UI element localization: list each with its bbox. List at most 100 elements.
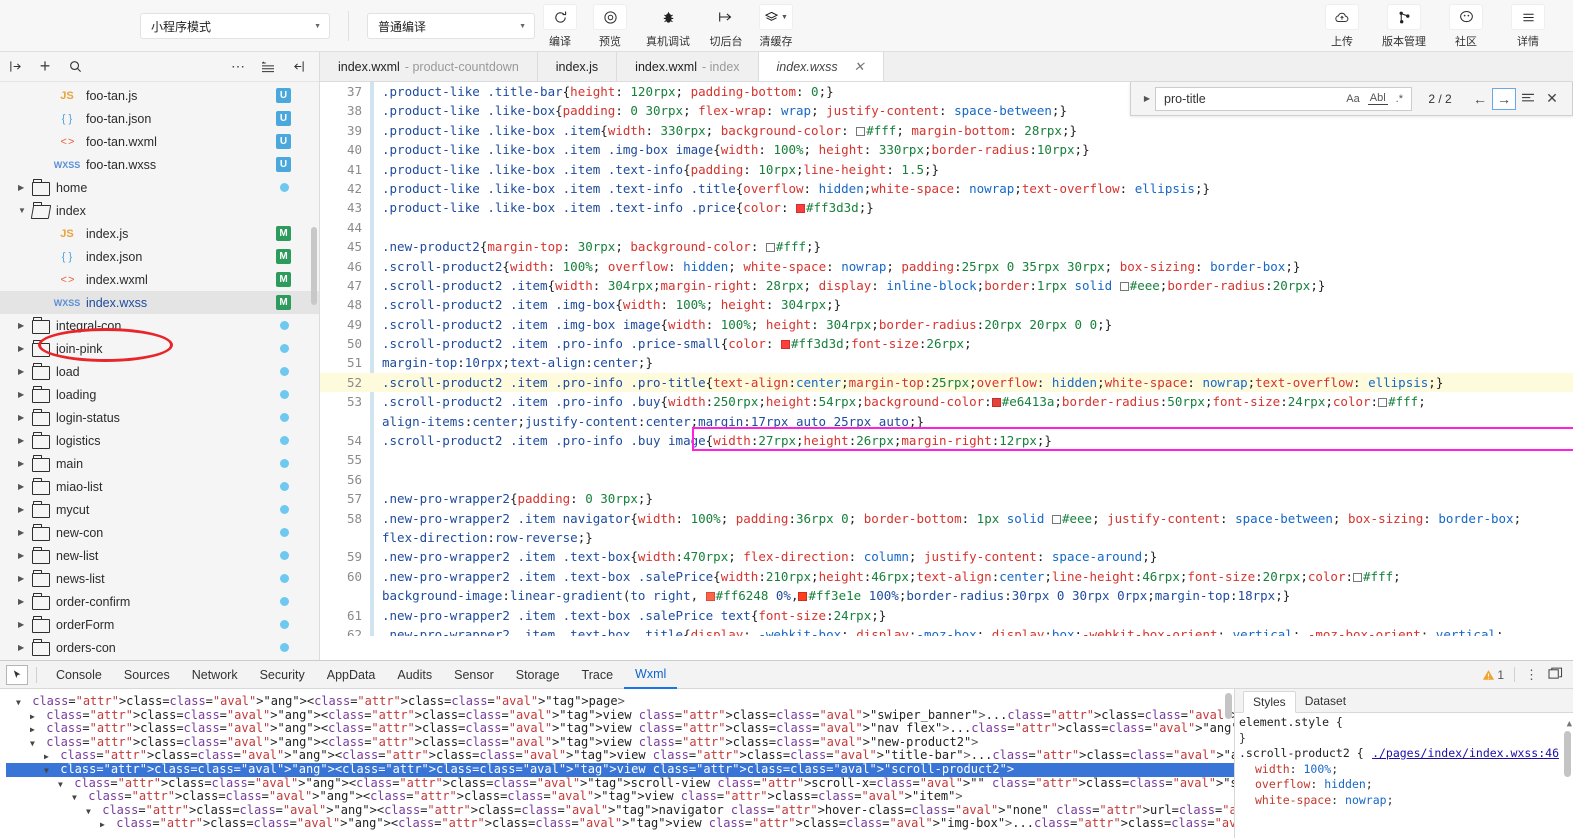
sidebar-scrollbar[interactable] [311,227,317,305]
inspect-cursor-icon[interactable] [6,664,28,685]
panel-expand-icon[interactable] [0,53,30,81]
code-line-45[interactable]: 45 .new-product2{margin-top: 30rpx; backg… [320,237,1573,256]
code-line-43[interactable]: 43 .product-like .like-box .item .text-in… [320,198,1573,217]
tree-folder-new-list[interactable]: ▶ new-list [0,544,319,567]
tree-folder-home[interactable]: ▶ home [0,176,319,199]
warning-triangle-icon[interactable]: 1 [1482,668,1504,682]
chevron-right-icon[interactable]: ▶ [18,505,32,514]
code-line-41[interactable]: 41 .product-like .like-box .item .text-in… [320,160,1573,179]
style-declaration[interactable]: overflow: hidden; [1239,777,1573,793]
code-line-wrap[interactable]: background-image:linear-gradient(to righ… [320,586,1573,605]
tree-folder-logistics[interactable]: ▶ logistics [0,429,319,452]
chevron-right-icon[interactable]: ▶ [18,367,32,376]
code-line-58[interactable]: 58 .new-pro-wrapper2 .item navigator{widt… [320,509,1573,528]
devtools-tab-appdata[interactable]: AppData [316,661,387,689]
tree-folder-miao-list[interactable]: ▶ miao-list [0,475,319,498]
find-close-icon[interactable]: ✕ [1540,88,1564,110]
editor-tab-2[interactable]: index.wxml - index [617,52,759,81]
chevron-right-icon[interactable]: ▶ [18,344,32,353]
version-management-button[interactable]: 版本管理 [1373,2,1435,49]
tree-folder-orders-con[interactable]: ▶ orders-con [0,636,319,659]
code-line-55[interactable]: 55 [320,450,1573,469]
chevron-right-icon[interactable]: ▶ [18,528,32,537]
devtools-tab-wxml[interactable]: Wxml [624,661,678,689]
devtools-tab-network[interactable]: Network [181,661,249,689]
match-whole-word-icon[interactable]: Abl [1367,92,1388,105]
chevron-down-icon[interactable]: ▼ [58,778,67,792]
wxml-node[interactable]: ▼ class="attr">class=class="aval">"ang">… [6,789,1234,805]
chevron-right-icon[interactable]: ▶ [1139,94,1155,103]
code-line-47[interactable]: 47 .scroll-product2 .item{width: 304rpx;m… [320,276,1573,295]
style-declaration[interactable]: width: 100%; [1239,762,1573,778]
wxml-node[interactable]: ▶ class="attr">class=class="aval">"ang">… [6,721,1234,737]
chevron-right-icon[interactable]: ▶ [44,750,53,764]
chevron-right-icon[interactable]: ▶ [18,390,32,399]
code-line-42[interactable]: 42 .product-like .like-box .item .text-in… [320,179,1573,198]
preview-button[interactable]: 预览 [585,2,635,49]
file-tree[interactable]: ▶ JS foo-tan.js U ▶ { } foo-tan.json U ▶ < > foo-t… [0,82,319,660]
editor-tab-bar[interactable]: index.wxml - product-countdown index.js ind… [320,52,1573,82]
real-device-debug-button[interactable]: 真机调试 [635,2,701,49]
code-line-56[interactable]: 56 [320,470,1573,489]
styles-tab-bar[interactable]: Styles Dataset [1235,689,1573,713]
chevron-right-icon[interactable]: ▶ [18,459,32,468]
tree-file-foo-tan.js[interactable]: ▶JSfoo-tan.jsU [0,84,319,107]
tree-folder-mycut[interactable]: ▶ mycut [0,498,319,521]
wxml-node[interactable]: ▶ class="attr">class=class="aval">"ang">… [6,708,1234,723]
tree-folder-join-pink[interactable]: ▶ join-pink [0,337,319,360]
styles-tab-styles[interactable]: Styles [1243,691,1296,713]
chevron-right-icon[interactable]: ▶ [18,574,32,583]
code-line-52[interactable]: 52 .scroll-product2 .item .pro-info .pro-… [320,372,1573,393]
community-button[interactable]: 社区 [1435,2,1497,49]
chevron-down-icon[interactable]: ▼ [44,764,53,778]
match-case-icon[interactable]: Aa [1344,93,1361,105]
code-line-61[interactable]: 61 .new-pro-wrapper2 .item .text-box .sal… [320,606,1573,625]
wxml-node[interactable]: ▼ class="attr">class=class="aval">"ang">… [6,776,1234,792]
wxml-node[interactable]: ▼ class="attr">class=class="aval">"ang">… [6,735,1234,751]
find-previous-button[interactable]: ← [1468,88,1492,110]
use-regex-icon[interactable]: .* [1394,93,1405,105]
code-line-57[interactable]: 57 .new-pro-wrapper2{padding: 0 30rpx;} [320,489,1573,508]
chevron-down-icon[interactable]: ▼ [72,791,81,805]
code-lines[interactable]: 37 .product-like .title-bar{height: 120rp… [320,82,1573,636]
hide-sidebar-icon[interactable] [283,53,313,81]
compile-select[interactable]: 普通编译 ▼ [367,13,535,39]
code-line-60[interactable]: 60 .new-pro-wrapper2 .item .text-box .sal… [320,567,1573,586]
chevron-right-icon[interactable]: ▶ [30,723,39,737]
styles-tab-dataset[interactable]: Dataset [1296,690,1355,712]
chevron-right-icon[interactable]: ▶ [18,183,32,192]
devtools-tab-console[interactable]: Console [45,661,113,689]
wxml-node[interactable]: ▼ class="attr">class=class="aval">"ang">… [6,694,1234,710]
code-line-62[interactable]: 62 .new-pro-wrapper2 .item .text-box .tit… [320,625,1573,636]
code-line-40[interactable]: 40 .product-like .like-box .item .img-box… [320,140,1573,159]
chevron-down-icon[interactable]: ▼ [30,737,39,751]
styles-rules[interactable]: ▲ element.style {} .scroll-product2 {./pa… [1235,713,1573,838]
code-line-48[interactable]: 48 .scroll-product2 .item .img-box{width:… [320,295,1573,314]
chevron-down-icon[interactable]: ▼ [86,805,95,819]
devtools-tab-audits[interactable]: Audits [386,661,443,689]
code-line-53[interactable]: 53 .scroll-product2 .item .pro-info .buy{… [320,392,1573,411]
style-declaration[interactable]: white-space: nowrap; [1239,793,1573,809]
chevron-right-icon[interactable]: ▶ [18,620,32,629]
wxml-node[interactable]: ▼ class="attr">class=class="aval">"ang">… [6,803,1234,819]
add-file-icon[interactable]: + [30,53,60,81]
wxml-node[interactable]: ▶ class="attr">class=class="aval">"ang">… [6,817,1234,831]
wxml-dom-tree[interactable]: ▼ class="attr">class=class="aval">"ang">… [0,689,1234,838]
chevron-right-icon[interactable]: ▶ [18,643,32,652]
clear-cache-button[interactable]: ▼ 清缓存 [751,2,801,49]
tree-file-foo-tan.wxss[interactable]: ▶WXSSfoo-tan.wxssU [0,153,319,176]
details-button[interactable]: 详情 [1497,2,1559,49]
chevron-down-icon[interactable]: ▼ [16,696,25,710]
tree-file-index.wxml[interactable]: ▶< >index.wxmlM [0,268,319,291]
chevron-right-icon[interactable]: ▶ [18,597,32,606]
chevron-right-icon[interactable]: ▶ [100,818,109,832]
code-line-44[interactable]: 44 [320,218,1573,237]
code-line-49[interactable]: 49 .scroll-product2 .item .img-box image{… [320,315,1573,334]
find-widget[interactable]: ▶ pro-title Aa Abl .* 2 / 2 ← → ✕ [1130,82,1573,116]
find-next-button[interactable]: → [1492,87,1516,110]
chevron-right-icon[interactable]: ▶ [18,413,32,422]
collapse-all-icon[interactable] [253,53,283,81]
code-line-46[interactable]: 46 .scroll-product2{width: 100%; overflow… [320,257,1573,276]
chevron-down-icon[interactable]: ▼ [18,206,32,215]
tree-folder-news-list[interactable]: ▶ news-list [0,567,319,590]
